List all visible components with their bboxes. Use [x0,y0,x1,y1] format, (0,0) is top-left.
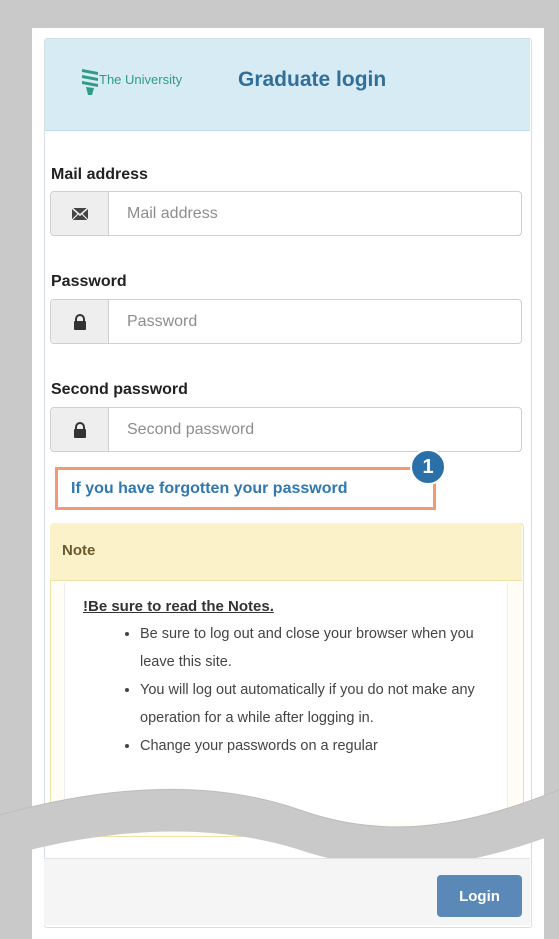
note-heading: !Be sure to read the Notes. [83,598,274,615]
page-break-wave [0,788,559,867]
login-button[interactable]: Login [437,875,522,917]
note-title: Note [62,542,96,559]
mail-address-label: Mail address [51,166,148,183]
lock-icon [51,300,109,343]
lock-icon [51,408,109,451]
note-header [50,523,522,581]
password-group [50,299,522,344]
mail-address-input[interactable] [109,192,521,235]
password-label: Password [51,273,127,290]
second-password-group [50,407,522,452]
mail-address-group [50,191,522,236]
university-brand-text: The University [99,72,183,87]
list-item: Change your passwords on a regular [140,732,510,760]
forgot-password-highlight: If you have forgotten your password [55,467,436,510]
page-title: Graduate login [238,68,387,91]
forgot-password-link[interactable]: If you have forgotten your password [71,480,347,498]
list-item: Be sure to log out and close your browse… [140,620,510,676]
envelope-icon [51,192,109,235]
callout-badge: 1 [410,449,446,485]
password-input[interactable] [109,300,521,343]
second-password-input[interactable] [109,408,521,451]
list-item: You will log out automatically if you do… [140,676,510,732]
note-list: Be sure to log out and close your browse… [120,620,510,760]
second-password-label: Second password [51,381,188,398]
